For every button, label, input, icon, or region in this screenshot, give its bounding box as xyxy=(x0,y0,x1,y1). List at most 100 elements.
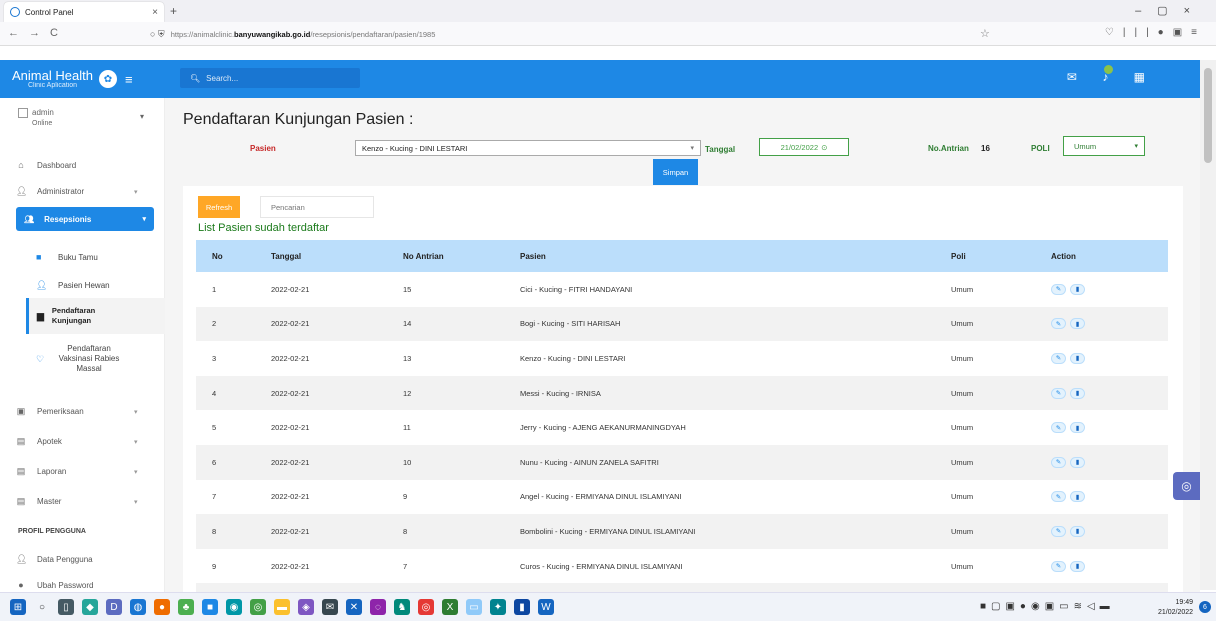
sidebar-item-dashboard[interactable]: ⌂ Dashboard xyxy=(16,160,76,170)
table-row: 6 2022-02-21 10 Nunu - Kucing - AINUN ZA… xyxy=(196,444,1168,480)
windows-start-icon[interactable]: ⊞ xyxy=(10,599,26,615)
trash-icon[interactable]: ▮ xyxy=(1070,352,1085,364)
edit-icon[interactable]: ✎ xyxy=(1051,352,1066,364)
trash-icon[interactable]: ▮ xyxy=(1070,560,1085,572)
page-scrollbar[interactable] xyxy=(1200,60,1216,590)
column-header-tanggal[interactable]: Tanggal xyxy=(271,240,403,272)
notification-center-icon[interactable]: 6 xyxy=(1199,601,1211,613)
trash-icon[interactable]: ▮ xyxy=(1070,387,1085,399)
file-explorer-icon[interactable]: ▬ xyxy=(274,599,290,615)
column-header-no-antrian[interactable]: No Antrian xyxy=(403,240,520,272)
search-input[interactable] xyxy=(206,73,347,83)
simpan-button[interactable]: Simpan xyxy=(653,159,698,185)
firefox-icon[interactable]: ● xyxy=(154,599,170,615)
task-view-icon[interactable]: ▯ xyxy=(58,599,74,615)
taskbar-search-icon[interactable]: ○ xyxy=(34,599,50,615)
trash-icon[interactable]: ▮ xyxy=(1070,491,1085,503)
sidebar-item-apotek[interactable]: ▤ Apotek ▾ xyxy=(16,436,138,447)
refresh-button[interactable]: Refresh xyxy=(198,196,240,218)
app-icon-10[interactable]: ♞ xyxy=(394,599,410,615)
sidebar-subitem-vaksinasi[interactable]: ♡ Pendaftaran Vaksinasi Rabies Massal xyxy=(36,344,126,374)
app-icon-12[interactable]: ▭ xyxy=(466,599,482,615)
user-panel[interactable]: admin Online ▾ xyxy=(18,108,144,127)
pasien-select[interactable]: Kenzo - Kucing - DINI LESTARI ▾ xyxy=(355,140,701,156)
trash-icon[interactable]: ▮ xyxy=(1070,283,1085,295)
search-box[interactable]: 🔍︎ xyxy=(180,68,360,88)
sidebar-item-data-pengguna[interactable]: 👤︎ Data Pengguna xyxy=(16,554,93,565)
edit-icon[interactable]: ✎ xyxy=(1051,456,1066,468)
chevron-down-icon: ▾ xyxy=(134,498,138,506)
tanggal-input[interactable]: 21/02/2022 ⊙ xyxy=(759,138,849,156)
app-icon-13[interactable]: ✦ xyxy=(490,599,506,615)
app-icon-7[interactable]: ◈ xyxy=(298,599,314,615)
excel-icon[interactable]: X xyxy=(442,599,458,615)
page-title: Pendaftaran Kunjungan Pasien : xyxy=(183,111,414,128)
app-icon-14[interactable]: ▮ xyxy=(514,599,530,615)
app-icon-11[interactable]: ◎ xyxy=(418,599,434,615)
sidebar-item-administrator[interactable]: 👤︎ Administrator ▾ xyxy=(16,186,138,197)
edit-icon[interactable]: ✎ xyxy=(1051,560,1066,572)
sidebar-item-pemeriksaan[interactable]: ▣ Pemeriksaan ▾ xyxy=(16,406,138,417)
edit-icon[interactable]: ✎ xyxy=(1051,318,1066,330)
app-icon-6[interactable]: ◉ xyxy=(226,599,242,615)
window-controls-icon[interactable]: –▢× xyxy=(1135,4,1206,17)
grid-icon[interactable]: ▦ xyxy=(1134,70,1145,84)
sidebar-subitem-pasien-hewan[interactable]: 👤︎ Pasien Hewan xyxy=(36,280,110,291)
sidebar-item-laporan[interactable]: ▤ Laporan ▾ xyxy=(16,466,138,477)
taskbar-clock[interactable]: 19:49 21/02/2022 xyxy=(1158,598,1193,618)
edit-icon[interactable]: ✎ xyxy=(1051,491,1066,503)
chevron-down-icon: ▾ xyxy=(134,438,138,446)
sidebar-item-master[interactable]: ▤ Master ▾ xyxy=(16,496,138,507)
app-icon-4[interactable]: ♣ xyxy=(178,599,194,615)
brand[interactable]: Animal Health Clinic Aplication xyxy=(12,69,93,89)
scroll-thumb[interactable] xyxy=(1204,68,1212,163)
app-icon-3[interactable]: ◍ xyxy=(130,599,146,615)
mail-icon[interactable]: ✉ xyxy=(1067,70,1077,84)
close-tab-icon[interactable]: × xyxy=(152,7,158,18)
trash-icon[interactable]: ▮ xyxy=(1070,422,1085,434)
extension-icons[interactable]: ♡|||●▣≡ xyxy=(1105,27,1206,38)
trash-icon[interactable]: ▮ xyxy=(1070,318,1085,330)
system-tray-icons[interactable]: ■▢▣●◉▣▭≋◁▬ xyxy=(980,601,1115,612)
mail-app-icon[interactable]: ✉ xyxy=(322,599,338,615)
sidebar-item-ubah-password[interactable]: ● Ubah Password xyxy=(16,580,93,590)
edit-icon[interactable]: ✎ xyxy=(1051,525,1066,537)
app-icon-1[interactable]: ◆ xyxy=(82,599,98,615)
word-icon[interactable]: W xyxy=(538,599,554,615)
app-icon-5[interactable]: ■ xyxy=(202,599,218,615)
cell-poli: Umum xyxy=(951,388,974,398)
app-icon-2[interactable]: D xyxy=(106,599,122,615)
sidebar-item-resepsionis[interactable]: 👥︎ Resepsionis ▾ xyxy=(16,207,154,231)
chevron-down-icon: ▾ xyxy=(142,216,146,223)
no-antrian-value: 16 xyxy=(981,144,990,153)
chrome-icon[interactable]: ◎ xyxy=(250,599,266,615)
trash-icon[interactable]: ▮ xyxy=(1070,525,1085,537)
column-header-pasien[interactable]: Pasien xyxy=(520,240,951,272)
app-icon-8[interactable]: ✕ xyxy=(346,599,362,615)
browser-nav-icons[interactable]: ←→C xyxy=(8,27,68,39)
trash-icon[interactable]: ▮ xyxy=(1070,456,1085,468)
menu-toggle-icon[interactable]: ≡ xyxy=(125,72,133,87)
cell-no: 4 xyxy=(212,388,217,398)
sidebar-subitem-buku-tamu[interactable]: ■ Buku Tamu xyxy=(36,252,98,262)
browser-tab[interactable]: Control Panel × xyxy=(4,2,164,22)
edit-icon[interactable]: ✎ xyxy=(1051,387,1066,399)
edit-icon[interactable]: ✎ xyxy=(1051,283,1066,295)
sidebar-subitem-pendaftaran-kunjungan[interactable]: ▆ Pendaftaran Kunjungan xyxy=(26,298,165,334)
edit-icon[interactable]: ✎ xyxy=(1051,422,1066,434)
browser-url-bar: ←→C ○ ⛨ https://animalclinic. banyuwangik… xyxy=(0,22,1216,46)
column-header-no[interactable]: No xyxy=(196,240,271,272)
bell-icon[interactable]: ♪ xyxy=(1102,65,1114,84)
chevron-down-icon[interactable]: ▾ xyxy=(140,112,144,121)
poli-select[interactable]: Umum ▾ xyxy=(1063,136,1145,156)
new-tab-icon[interactable]: + xyxy=(170,4,177,18)
pencarian-input[interactable] xyxy=(260,196,374,218)
bookmark-star-icon[interactable]: ☆ xyxy=(980,27,990,40)
app-icon-9[interactable]: ◌ xyxy=(370,599,386,615)
calendar-icon[interactable]: ⊙ xyxy=(821,143,827,152)
settings-float-icon[interactable]: ◎ xyxy=(1173,472,1200,500)
column-header-poli[interactable]: Poli xyxy=(951,240,1051,272)
cell-tanggal: 2022-02-21 xyxy=(271,561,310,571)
cell-tanggal: 2022-02-21 xyxy=(271,388,310,398)
url-field[interactable]: ○ ⛨ https://animalclinic. banyuwangikab.g… xyxy=(150,26,1000,42)
